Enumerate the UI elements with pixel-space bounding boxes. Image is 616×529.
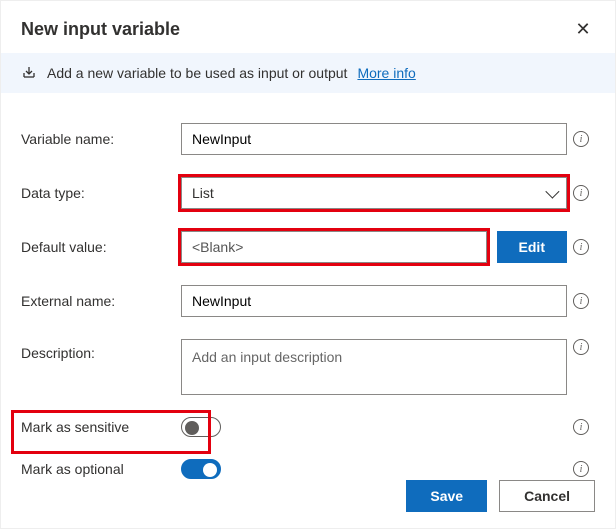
sensitive-toggle[interactable] [181, 417, 221, 437]
row-variable-name: Variable name: i [21, 123, 595, 155]
info-icon[interactable]: i [573, 185, 589, 201]
more-info-link[interactable]: More info [357, 65, 415, 81]
dialog-header: New input variable ✕ [1, 1, 615, 53]
info-icon[interactable]: i [573, 419, 589, 435]
label-data-type: Data type: [21, 185, 181, 201]
download-icon [21, 65, 37, 81]
row-external-name: External name: i [21, 285, 595, 317]
close-button[interactable]: ✕ [571, 17, 595, 41]
save-button[interactable]: Save [406, 480, 487, 512]
close-icon: ✕ [575, 19, 590, 39]
variable-name-input[interactable] [181, 123, 567, 155]
info-icon[interactable]: i [573, 239, 589, 255]
dialog-title: New input variable [21, 19, 180, 40]
info-bar: Add a new variable to be used as input o… [1, 53, 615, 93]
default-value-text: <Blank> [192, 239, 243, 255]
description-input[interactable]: Add an input description [181, 339, 567, 395]
data-type-value: List [192, 185, 214, 201]
row-description: Description: Add an input description i [21, 339, 595, 395]
chevron-down-icon [545, 185, 559, 199]
label-description: Description: [21, 339, 181, 361]
dialog-footer: Save Cancel [1, 466, 615, 528]
form: Variable name: i Data type: List i Defau… [1, 93, 615, 499]
row-sensitive: Mark as sensitive i [21, 417, 595, 437]
external-name-input[interactable] [181, 285, 567, 317]
info-icon[interactable]: i [573, 339, 589, 355]
label-variable-name: Variable name: [21, 131, 181, 147]
label-default-value: Default value: [21, 239, 181, 255]
row-data-type: Data type: List i [21, 177, 595, 209]
info-icon[interactable]: i [573, 293, 589, 309]
edit-button[interactable]: Edit [497, 231, 567, 263]
info-icon[interactable]: i [573, 131, 589, 147]
description-placeholder: Add an input description [192, 349, 342, 365]
new-input-variable-dialog: New input variable ✕ Add a new variable … [0, 0, 616, 529]
default-value-field[interactable]: <Blank> [181, 231, 487, 263]
label-sensitive: Mark as sensitive [21, 419, 181, 435]
cancel-button[interactable]: Cancel [499, 480, 595, 512]
row-default-value: Default value: <Blank> Edit i [21, 231, 595, 263]
data-type-select[interactable]: List [181, 177, 567, 209]
info-text: Add a new variable to be used as input o… [47, 65, 347, 81]
label-external-name: External name: [21, 293, 181, 309]
